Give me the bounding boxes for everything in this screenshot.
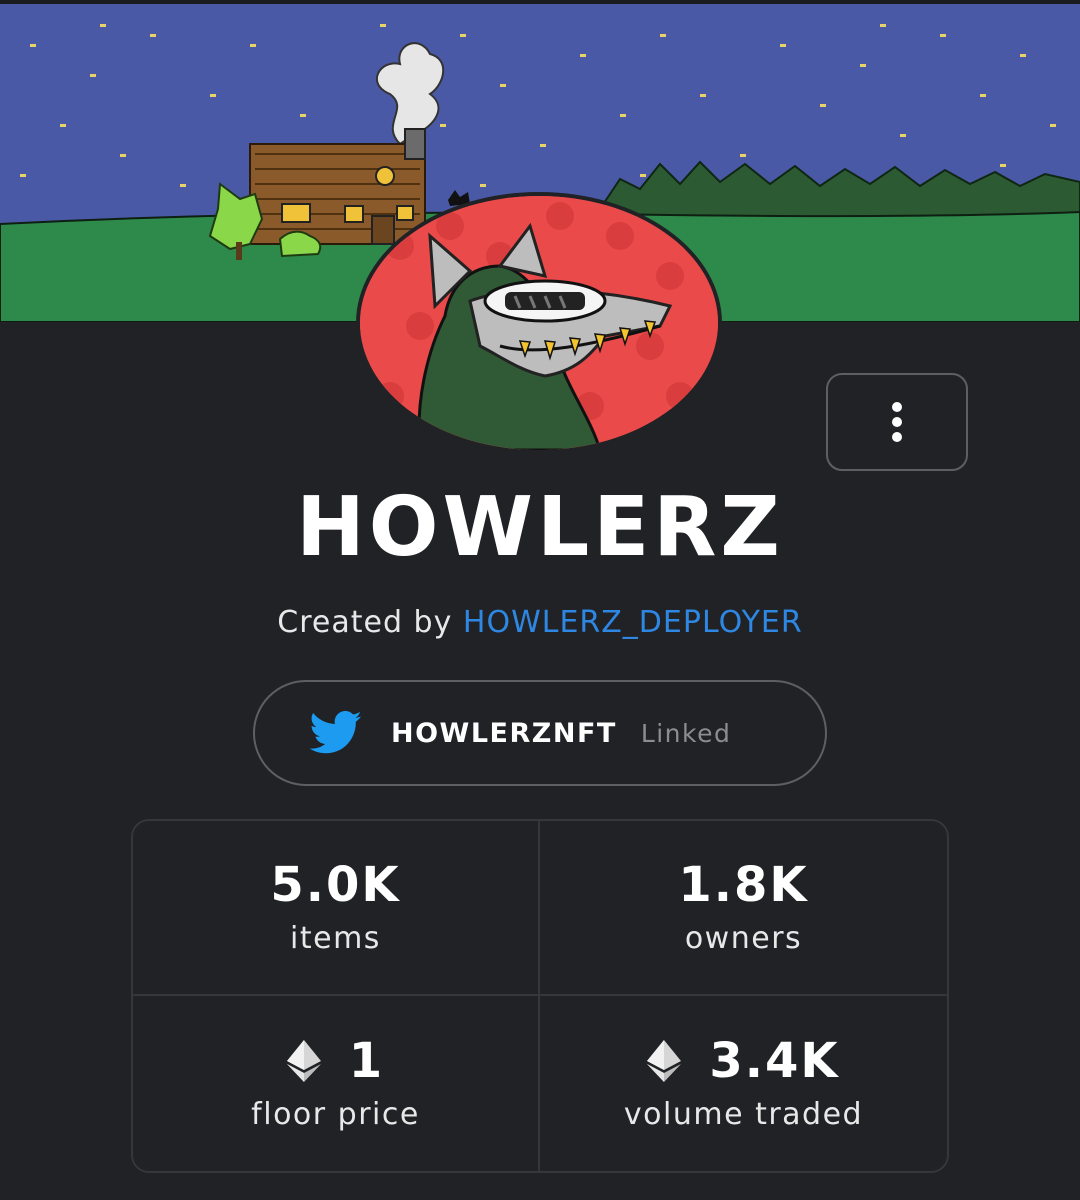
collection-page: HOWLERZ Created by HOWLERZ_DEPLOYER HOWL… (0, 0, 1080, 1200)
stat-floor-price-value: 1 (348, 1032, 385, 1089)
stat-volume-traded-value: 3.4K (709, 1032, 840, 1089)
ethereum-icon (647, 1039, 682, 1082)
stat-volume-traded-label: volume traded (623, 1096, 864, 1132)
creator-line: Created by HOWLERZ_DEPLOYER (0, 603, 1080, 643)
creator-link[interactable]: HOWLERZ_DEPLOYER (463, 605, 803, 640)
stat-floor-price-label: floor price (251, 1096, 420, 1132)
stat-items-value: 5.0K (270, 856, 401, 913)
stat-volume-traded[interactable]: 3.4K volume traded (540, 996, 947, 1171)
twitter-bird-icon (301, 711, 371, 755)
stat-items[interactable]: 5.0K items (133, 821, 540, 996)
stat-floor-price[interactable]: 1 floor price (133, 996, 540, 1171)
stat-owners[interactable]: 1.8K owners (540, 821, 947, 996)
collection-avatar (356, 192, 722, 454)
created-by-label: Created by (277, 605, 453, 640)
stat-owners-value: 1.8K (678, 856, 809, 913)
more-options-button[interactable] (826, 373, 968, 471)
collection-title: HOWLERZ (296, 480, 784, 575)
twitter-linked-status: Linked (640, 718, 732, 748)
more-vertical-icon (892, 402, 902, 442)
stat-owners-label: owners (684, 920, 803, 956)
twitter-handle: HOWLERZNFT (391, 717, 617, 749)
twitter-link-button[interactable]: HOWLERZNFT Linked (253, 680, 827, 786)
stat-items-label: items (290, 920, 381, 956)
ethereum-icon (286, 1039, 321, 1082)
collection-stats: 5.0K items 1.8K owners 1 floor price 3.4… (131, 819, 949, 1173)
